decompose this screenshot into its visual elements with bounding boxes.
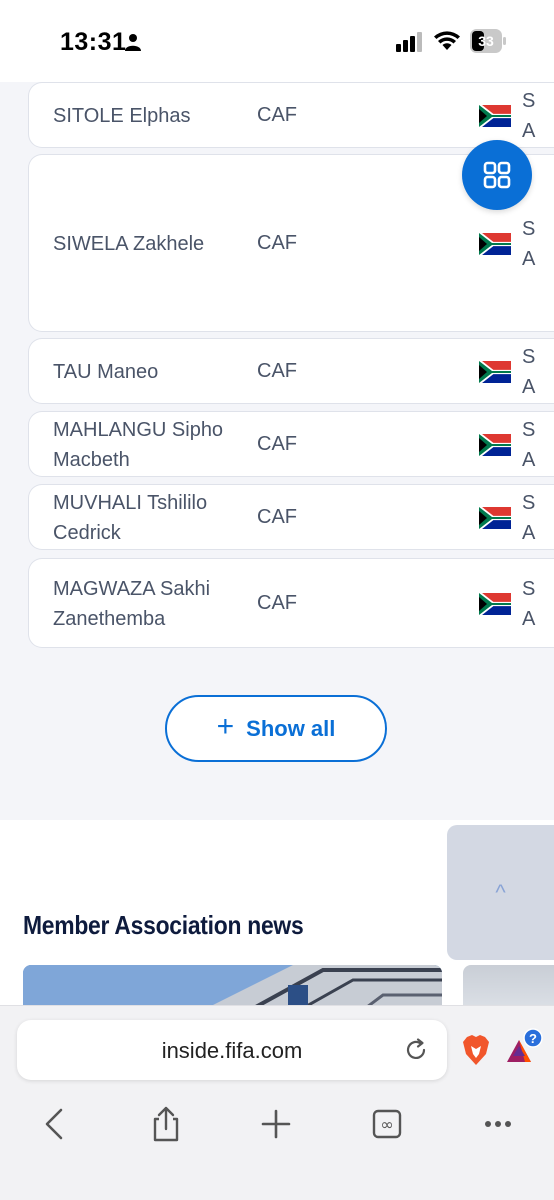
confederation: CAF <box>257 506 297 528</box>
list-item[interactable]: MUVHALI Tshililo Cedrick CAF S A <box>28 484 554 550</box>
more-icon[interactable] <box>478 1104 518 1144</box>
flag-south-africa-icon <box>478 103 511 129</box>
status-time: 13:31 <box>60 28 127 56</box>
flag-south-africa-icon <box>478 432 511 458</box>
wifi-icon <box>434 31 460 50</box>
svg-text:∞: ∞ <box>380 1115 393 1134</box>
member-name: TAU Maneo <box>53 361 159 383</box>
member-name: MUVHALI Tshililo Cedrick <box>53 492 208 544</box>
brave-icon[interactable] <box>462 1034 490 1066</box>
back-icon[interactable] <box>36 1104 76 1144</box>
page: 13:31 33 SITOLE Elphas CAF S A SIWELA Zakhe… <box>0 0 554 1200</box>
country-name: S A <box>522 578 536 630</box>
flag-south-africa-icon <box>478 505 511 531</box>
url-text: inside.fifa.com <box>161 1038 303 1063</box>
member-name: SITOLE Elphas <box>53 105 191 127</box>
address-bar[interactable]: inside.fifa.com <box>17 1020 447 1080</box>
person-icon <box>125 34 141 51</box>
member-name: MAHLANGU Sipho Macbeth <box>53 419 224 471</box>
signal-icon <box>396 32 422 52</box>
list-item[interactable]: MAGWAZA Sakhi Zanethemba CAF S A <box>28 558 554 648</box>
tabs-icon[interactable]: ∞ <box>367 1104 407 1144</box>
plus-icon: + <box>216 710 235 743</box>
country-name: S A <box>522 492 536 544</box>
flag-south-africa-icon <box>478 231 511 257</box>
flag-south-africa-icon <box>478 591 511 617</box>
scroll-up-icon: ^ <box>495 879 506 905</box>
bat-icon: ? <box>507 1028 543 1062</box>
list-item[interactable]: MAHLANGU Sipho Macbeth CAF S A <box>28 411 554 477</box>
bat-badge: ? <box>529 1031 537 1046</box>
battery-icon: 33 <box>470 29 506 53</box>
list-item[interactable]: TAU Maneo CAF S A <box>28 338 554 404</box>
country-name: S A <box>522 346 536 398</box>
reload-icon[interactable] <box>403 1037 429 1063</box>
country-name: S A <box>522 419 536 471</box>
member-name: MAGWAZA Sakhi Zanethemba <box>53 578 211 630</box>
confederation: CAF <box>257 592 297 614</box>
grid-menu-button[interactable] <box>462 140 532 210</box>
show-all-button[interactable]: + Show all <box>165 695 387 762</box>
news-section-title: Member Association news <box>23 910 304 940</box>
status-bar: 13:31 33 <box>0 0 554 82</box>
bat-rewards-button[interactable]: ? <box>505 1028 543 1066</box>
confederation: CAF <box>257 433 297 455</box>
confederation: CAF <box>257 232 297 254</box>
scroll-to-top-button[interactable]: ^ <box>447 825 554 960</box>
country-name: S A <box>522 218 536 270</box>
browser-toolbar: inside.fifa.com ? ∞ <box>0 1005 554 1200</box>
new-tab-icon[interactable] <box>256 1104 296 1144</box>
country-name: S A <box>522 90 536 142</box>
grid-icon <box>483 161 511 189</box>
list-item[interactable]: SITOLE Elphas CAF S A <box>28 82 554 148</box>
show-all-label: Show all <box>246 715 336 741</box>
confederation: CAF <box>257 104 297 126</box>
share-icon[interactable] <box>146 1104 186 1144</box>
flag-south-africa-icon <box>478 359 511 385</box>
confederation: CAF <box>257 360 297 382</box>
member-name: SIWELA Zakhele <box>53 233 205 255</box>
battery-level: 33 <box>478 33 494 49</box>
